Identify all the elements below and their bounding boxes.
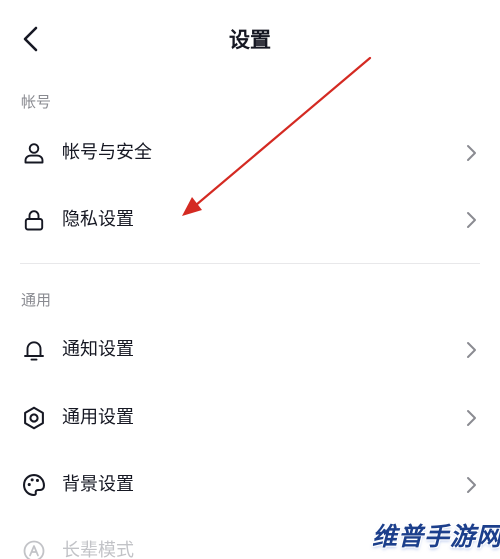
- elder-mode-icon: [20, 537, 48, 559]
- chevron-right-icon: [462, 408, 480, 428]
- section-label-general: 通用: [21, 291, 52, 309]
- section-divider: [20, 263, 480, 264]
- settings-item-label: 通用设置: [62, 407, 134, 428]
- gear-icon: [20, 404, 48, 432]
- chevron-right-icon: [462, 143, 480, 163]
- settings-item-notifications[interactable]: 通知设置: [0, 321, 500, 379]
- settings-item-privacy[interactable]: 隐私设置: [0, 191, 500, 249]
- user-icon: [20, 139, 48, 167]
- settings-item-label: 长辈模式: [62, 540, 134, 559]
- chevron-right-icon: [462, 340, 480, 360]
- watermark-logo: 维普手游网: [372, 522, 500, 551]
- settings-item-general[interactable]: 通用设置: [0, 389, 500, 447]
- lock-icon: [20, 206, 48, 234]
- bell-icon: [20, 336, 48, 364]
- settings-item-label: 帐号与安全: [62, 142, 152, 163]
- settings-item-account-security[interactable]: 帐号与安全: [0, 124, 500, 182]
- chevron-right-icon: [462, 210, 480, 230]
- settings-item-background[interactable]: 背景设置: [0, 456, 500, 514]
- settings-item-label: 隐私设置: [62, 209, 134, 230]
- settings-item-label: 背景设置: [62, 474, 134, 495]
- header-bar: 设置: [0, 0, 500, 78]
- palette-icon: [20, 471, 48, 499]
- chevron-right-icon: [462, 475, 480, 495]
- settings-item-label: 通知设置: [62, 339, 134, 360]
- section-label-account: 帐号: [21, 93, 52, 111]
- page-title: 设置: [229, 28, 271, 52]
